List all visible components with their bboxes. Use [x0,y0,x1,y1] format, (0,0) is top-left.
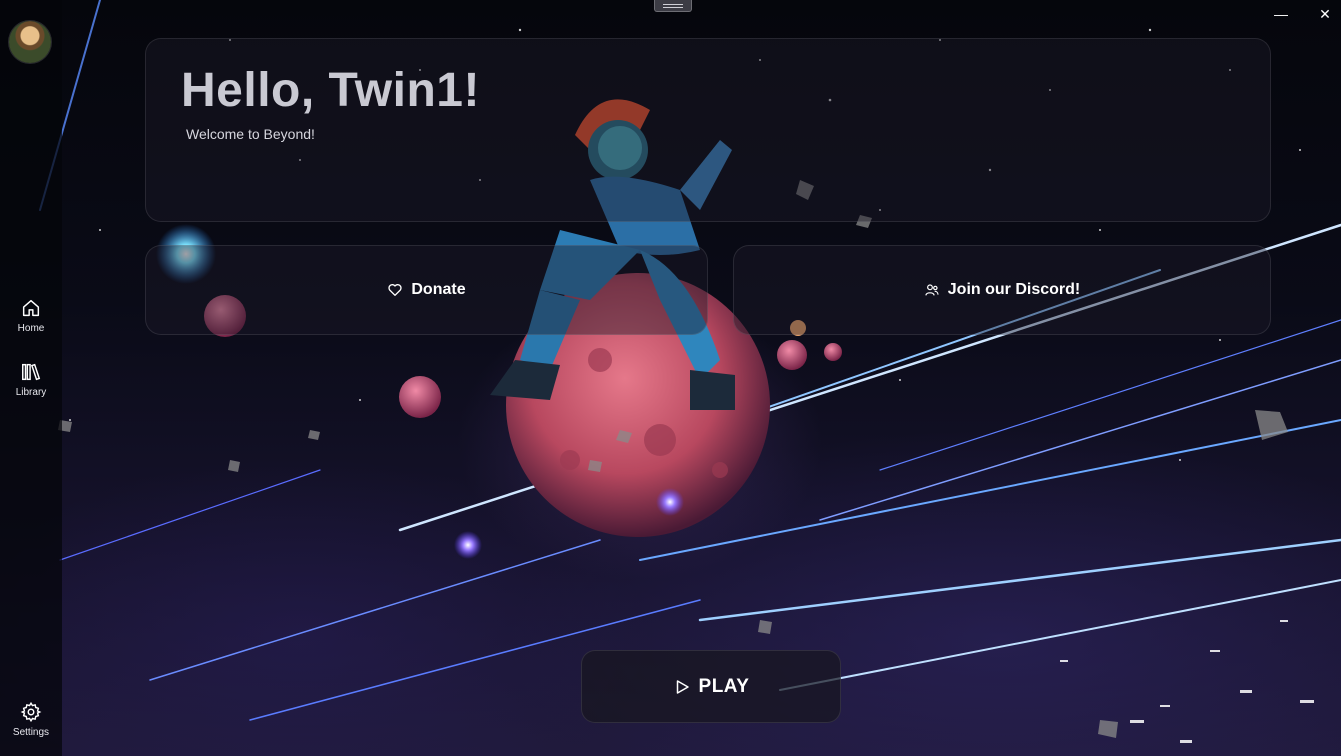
welcome-subtitle: Welcome to Beyond! [186,126,315,142]
sidebar-item-label: Library [15,387,47,398]
sidebar-item-home[interactable]: Home [0,297,62,334]
sidebar: Home Library Settings [0,0,62,756]
play-label: PLAY [698,675,750,697]
donate-label: Donate [411,281,466,298]
sidebar-item-library[interactable]: Library [0,361,62,398]
sidebar-item-label: Settings [12,727,50,738]
discord-label: Join our Discord! [947,281,1081,298]
people-icon [925,284,939,296]
donate-button[interactable]: Donate [145,245,708,335]
heart-icon [388,284,402,296]
welcome-panel: Hello, Twin1! Welcome to Beyond! [145,38,1271,222]
greeting-title: Hello, Twin1! [181,64,480,117]
gear-icon [20,701,42,723]
home-icon [22,299,40,317]
sidebar-item-settings[interactable]: Settings [0,701,62,738]
window-drag-handle[interactable] [654,0,692,12]
sidebar-item-label: Home [17,323,45,334]
play-icon [676,679,689,694]
minimize-button[interactable]: — [1268,2,1294,26]
play-button[interactable]: PLAY [581,650,841,723]
library-icon [22,363,41,381]
avatar[interactable] [9,21,51,63]
close-button[interactable]: ✕ [1312,2,1338,26]
discord-button[interactable]: Join our Discord! [733,245,1271,335]
